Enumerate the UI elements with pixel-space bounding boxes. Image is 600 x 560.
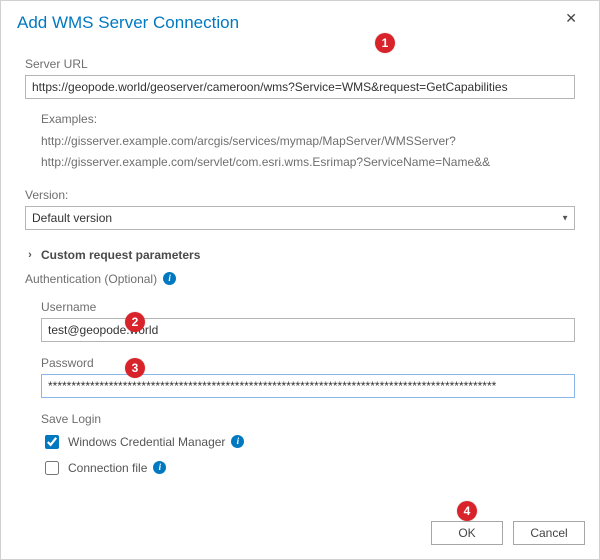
annotation-badge-4: 4 bbox=[457, 501, 477, 521]
example-line-1: http://gisserver.example.com/arcgis/serv… bbox=[41, 131, 575, 153]
examples-block: Examples: http://gisserver.example.com/a… bbox=[41, 109, 575, 174]
password-label: Password bbox=[41, 356, 575, 370]
version-select-wrap: ▼ bbox=[25, 206, 575, 230]
info-icon[interactable]: i bbox=[231, 435, 244, 448]
cancel-button[interactable]: Cancel bbox=[513, 521, 585, 545]
info-icon[interactable]: i bbox=[153, 461, 166, 474]
info-icon[interactable]: i bbox=[163, 272, 176, 285]
examples-heading: Examples: bbox=[41, 109, 575, 131]
save-login-header: Save Login bbox=[41, 412, 575, 426]
wcm-checkbox[interactable] bbox=[45, 435, 59, 449]
add-wms-connection-dialog: Add WMS Server Connection ✕ Server URL E… bbox=[0, 0, 600, 560]
close-icon[interactable]: ✕ bbox=[559, 9, 583, 27]
ok-button[interactable]: OK bbox=[431, 521, 503, 545]
custom-params-expander[interactable]: › Custom request parameters bbox=[25, 248, 575, 262]
annotation-badge-3: 3 bbox=[125, 358, 145, 378]
dialog-title: Add WMS Server Connection bbox=[17, 13, 239, 33]
dialog-footer: OK Cancel bbox=[431, 521, 585, 545]
server-url-input[interactable] bbox=[25, 75, 575, 99]
annotation-badge-2: 2 bbox=[125, 312, 145, 332]
server-url-label: Server URL bbox=[25, 57, 575, 71]
auth-header: Authentication (Optional) i bbox=[25, 272, 575, 286]
example-line-2: http://gisserver.example.com/servlet/com… bbox=[41, 152, 575, 174]
conn-file-checkbox[interactable] bbox=[45, 461, 59, 475]
conn-file-checkbox-row[interactable]: Connection file i bbox=[41, 458, 575, 478]
conn-file-label: Connection file bbox=[68, 461, 147, 475]
password-input[interactable] bbox=[41, 374, 575, 398]
annotation-badge-1: 1 bbox=[375, 33, 395, 53]
auth-header-label: Authentication (Optional) bbox=[25, 272, 157, 286]
wcm-label: Windows Credential Manager bbox=[68, 435, 225, 449]
username-input[interactable] bbox=[41, 318, 575, 342]
save-login-section: Save Login Windows Credential Manager i … bbox=[41, 412, 575, 478]
chevron-right-icon: › bbox=[25, 249, 35, 261]
auth-section: Username Password Save Login Windows Cre… bbox=[41, 300, 575, 478]
dialog-body: Server URL Examples: http://gisserver.ex… bbox=[1, 37, 599, 478]
wcm-checkbox-row[interactable]: Windows Credential Manager i bbox=[41, 432, 575, 452]
custom-params-label: Custom request parameters bbox=[41, 248, 200, 262]
version-label: Version: bbox=[25, 188, 575, 202]
version-select[interactable] bbox=[25, 206, 575, 230]
titlebar: Add WMS Server Connection ✕ bbox=[1, 1, 599, 37]
username-label: Username bbox=[41, 300, 575, 314]
